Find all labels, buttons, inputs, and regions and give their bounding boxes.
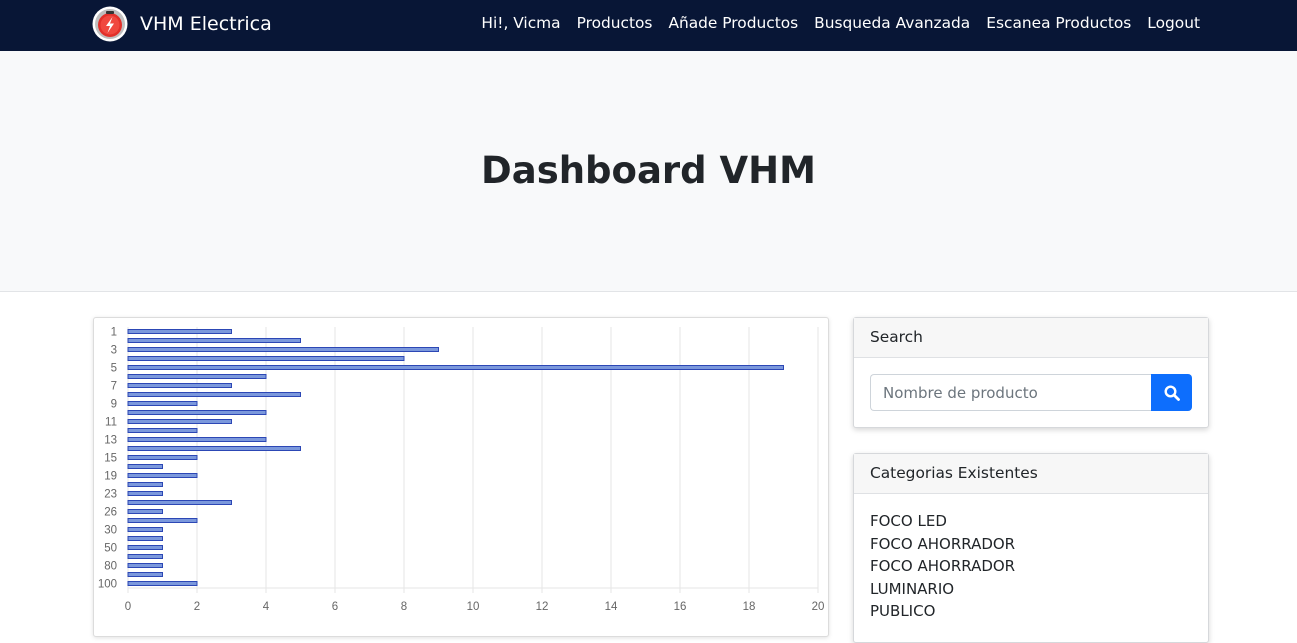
- category-item[interactable]: LUMINARIO: [870, 578, 1192, 601]
- chart-bar[interactable]: [127, 536, 163, 541]
- chart-bar[interactable]: [127, 374, 267, 379]
- search-card-title: Search: [854, 318, 1208, 358]
- chart-bar[interactable]: [127, 554, 163, 559]
- chart-y-tick-label: 80: [104, 561, 117, 573]
- nav-links: Hi!, Vicma Productos Añade Productos Bus…: [481, 0, 1200, 46]
- chart-bar[interactable]: [127, 473, 198, 478]
- chart-bar[interactable]: [127, 491, 163, 496]
- chart-bar[interactable]: [127, 446, 301, 451]
- chart-bar[interactable]: [127, 527, 163, 532]
- chart-x-tick-label: 20: [812, 601, 825, 613]
- chart-y-tick-label: 7: [111, 381, 117, 393]
- chart-y-tick-label: 1: [111, 327, 117, 339]
- category-item[interactable]: FOCO LED: [870, 510, 1192, 533]
- nav-busqueda-avanzada[interactable]: Busqueda Avanzada: [814, 14, 970, 32]
- chart-y-tick-label: 5: [111, 363, 117, 375]
- brand-link[interactable]: VHM Electrica: [92, 6, 272, 42]
- nav-productos[interactable]: Productos: [577, 14, 653, 32]
- chart-y-tick-label: 11: [105, 417, 117, 429]
- chart-bar[interactable]: [127, 383, 232, 388]
- chart-x-axis-labels: 0 2 4 6 8 10 12 14 16 18 20: [125, 601, 825, 613]
- chart-x-tick-label: 12: [536, 601, 549, 613]
- chart-bar[interactable]: [127, 347, 439, 352]
- category-item[interactable]: FOCO AHORRADOR: [870, 533, 1192, 556]
- chart-bar[interactable]: [127, 410, 267, 415]
- categories-list: FOCO LED FOCO AHORRADOR FOCO AHORRADOR L…: [854, 494, 1208, 623]
- chart-bar[interactable]: [127, 563, 163, 568]
- search-input[interactable]: [870, 374, 1151, 411]
- chart-y-tick-label: 13: [104, 435, 117, 447]
- chart-y-tick-label: 50: [104, 543, 117, 555]
- chart-bar[interactable]: [127, 419, 232, 424]
- nav-anade-productos[interactable]: Añade Productos: [668, 14, 798, 32]
- chart-y-tick-label: 100: [98, 579, 117, 591]
- chart-y-tick-label: 3: [111, 345, 117, 357]
- chart-x-tick-label: 2: [194, 601, 200, 613]
- nav-greeting[interactable]: Hi!, Vicma: [481, 14, 560, 32]
- chart-bar[interactable]: [127, 437, 267, 442]
- categories-card: Categorias Existentes FOCO LED FOCO AHOR…: [853, 453, 1209, 643]
- chart-card: 1 3 5 7 9 11 13 15 19 23 26 30 50 80 100 0 2 4 6 8 10 12 14 16…: [93, 317, 829, 637]
- chart-bar[interactable]: [127, 401, 198, 406]
- chart-y-tick-label: 19: [104, 471, 117, 483]
- chart-bar[interactable]: [127, 365, 784, 370]
- chart-x-tick-label: 16: [674, 601, 687, 613]
- chart-bar[interactable]: [127, 509, 163, 514]
- chart-x-tick-label: 14: [605, 601, 618, 613]
- chart-y-tick-label: 26: [104, 507, 117, 519]
- chart-bar[interactable]: [127, 482, 163, 487]
- chart-x-tick-label: 0: [125, 601, 131, 613]
- categories-card-title: Categorias Existentes: [854, 454, 1208, 494]
- lightning-logo-icon: [92, 6, 128, 42]
- chart-x-tick-label: 6: [332, 601, 338, 613]
- chart-y-tick-label: 9: [111, 399, 117, 411]
- chart-bar[interactable]: [127, 455, 198, 460]
- chart-y-tick-label: 15: [104, 453, 117, 465]
- search-icon: [1163, 384, 1180, 401]
- nav-escanea-productos[interactable]: Escanea Productos: [986, 14, 1131, 32]
- brand-name: VHM Electrica: [140, 13, 272, 35]
- chart-bar[interactable]: [127, 518, 198, 523]
- chart-bar[interactable]: [127, 329, 232, 334]
- chart-bar[interactable]: [127, 338, 301, 343]
- search-body: [854, 358, 1208, 428]
- search-card: Search: [853, 317, 1209, 428]
- chart-bar[interactable]: [127, 464, 163, 469]
- chart-x-tick-label: 10: [467, 601, 480, 613]
- chart-bar[interactable]: [127, 356, 405, 361]
- page-title: Dashboard VHM: [481, 149, 816, 192]
- chart-bar[interactable]: [127, 392, 301, 397]
- bar-chart: 13579111315192326305080100 0 2 4 6 8 10 12 14 16…: [98, 327, 825, 614]
- chart-x-tick-label: 18: [743, 601, 756, 613]
- chart-y-tick-label: 30: [104, 525, 117, 537]
- chart-x-tick-label: 8: [401, 601, 407, 613]
- chart-y-axis-labels: 13579111315192326305080100: [98, 327, 117, 591]
- chart-x-tick-label: 4: [263, 601, 270, 613]
- chart-bar[interactable]: [127, 500, 232, 505]
- nav-logout[interactable]: Logout: [1147, 14, 1200, 32]
- chart-bar[interactable]: [127, 581, 198, 586]
- chart-bars: [127, 329, 784, 586]
- navbar: VHM Electrica Hi!, Vicma Productos Añade…: [0, 0, 1297, 51]
- chart-bar[interactable]: [127, 545, 163, 550]
- category-item[interactable]: PUBLICO: [870, 600, 1192, 623]
- search-button[interactable]: [1151, 374, 1192, 411]
- chart-bar[interactable]: [127, 572, 163, 577]
- hero-banner: Dashboard VHM: [0, 51, 1297, 292]
- category-item[interactable]: FOCO AHORRADOR: [870, 555, 1192, 578]
- chart-bar[interactable]: [127, 428, 198, 433]
- chart-y-tick-label: 23: [104, 489, 117, 501]
